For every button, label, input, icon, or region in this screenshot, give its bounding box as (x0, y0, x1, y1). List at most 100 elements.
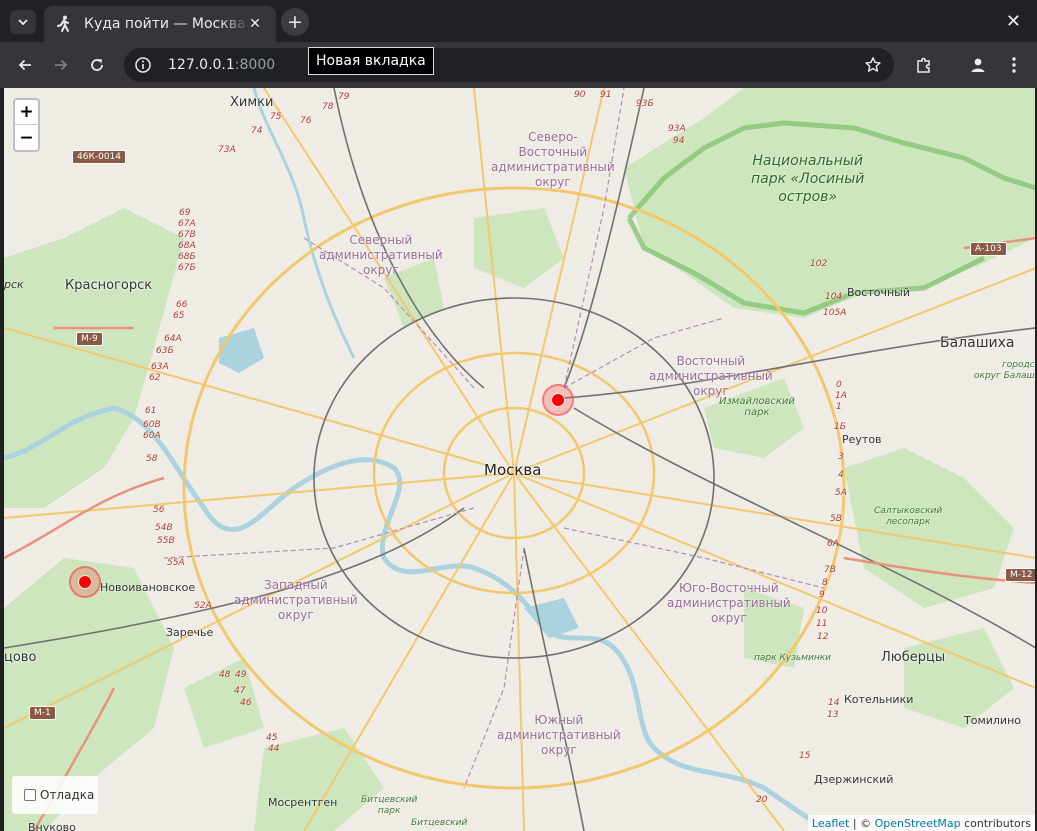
reload-icon (91, 59, 103, 71)
tab-close-icon[interactable]: ✕ (246, 15, 264, 33)
debug-checkbox[interactable] (24, 789, 36, 801)
label-balashikha: Балашиха (940, 335, 1015, 351)
km-mark: 11 (816, 619, 828, 629)
attribution-tail: contributors (960, 816, 1031, 830)
label-svao: Северо- Восточный административный округ (491, 130, 615, 189)
road-shield-46k: 46К-0014 (72, 150, 126, 164)
map-container[interactable]: Химки Красногорск Москва Балашиха Восточ… (3, 88, 1035, 831)
tab-search-button[interactable] (10, 10, 36, 34)
map-marker[interactable] (69, 566, 101, 598)
puzzle-icon (917, 57, 930, 73)
km-mark: 49 (235, 670, 247, 680)
road-shield-m1: М-1 (29, 706, 56, 720)
extensions-button[interactable] (911, 52, 937, 78)
km-mark: 75 (270, 112, 282, 122)
new-tab-button[interactable]: + (281, 8, 309, 36)
browser-tab[interactable]: Куда пойти — Москва глазами Артёма ✕ (44, 6, 276, 42)
km-mark: 66 (176, 300, 188, 310)
label-vostochny: Восточный (847, 286, 910, 299)
label-yuao: Южный административный округ (497, 713, 621, 757)
km-mark: 64А (164, 334, 182, 344)
km-mark: 61 (145, 406, 157, 416)
label-yuvao: Юго-Восточный административный округ (667, 581, 791, 625)
kebab-menu-icon (1012, 57, 1016, 73)
km-mark: 5В (830, 514, 842, 524)
label-balashikha-okrug: городской округ Балашиха (974, 360, 1035, 381)
debug-label: Отладка (40, 788, 95, 802)
km-mark: 5А (835, 488, 847, 498)
zoom-in-button[interactable]: + (15, 100, 38, 125)
km-mark: 94 (673, 136, 685, 146)
km-mark: 4 (838, 470, 844, 480)
label-vao: Восточный административный округ (649, 354, 773, 398)
km-mark: 93А (668, 124, 686, 134)
label-bitsevsky: Битцевский парк (361, 795, 418, 816)
plus-icon: + (287, 11, 303, 33)
km-mark: 60А (143, 431, 161, 441)
menu-button[interactable] (1001, 52, 1027, 78)
km-mark: 74 (251, 126, 263, 136)
osm-link[interactable]: OpenStreetMap (875, 817, 961, 830)
km-mark: 47 (234, 686, 246, 696)
profile-button[interactable] (965, 52, 991, 78)
km-mark: 62 (149, 373, 161, 383)
km-mark: 76 (300, 116, 312, 126)
km-mark: 1А (835, 391, 847, 401)
km-mark: 56 (153, 505, 165, 515)
label-krasnogorsk: Красногорск (65, 278, 153, 293)
label-izmailovsky: Измайловский парк (719, 396, 795, 418)
label-dzerzhinsky: Дзержинский (814, 773, 894, 786)
km-mark: 1Б (834, 422, 846, 432)
zoom-control: + − (13, 98, 40, 152)
km-mark: 20 (756, 795, 768, 805)
km-mark: 93Б (636, 99, 654, 109)
window-close-icon[interactable]: ✕ (1006, 11, 1021, 32)
person-icon (971, 58, 985, 72)
km-mark: 10 (816, 606, 828, 616)
km-mark: 67Б (178, 263, 196, 273)
km-mark: 78 (322, 102, 334, 112)
km-mark: 68А (178, 241, 196, 251)
km-mark: 54В (155, 523, 173, 533)
zoom-out-button[interactable]: − (15, 125, 38, 150)
km-mark: 8 (822, 578, 828, 588)
map-marker[interactable] (542, 384, 574, 416)
km-mark: 12 (817, 632, 829, 642)
label-khimki: Химки (230, 95, 274, 110)
tab-title: Куда пойти — Москва глазами Артёма (84, 16, 250, 32)
km-mark: 1 (836, 402, 842, 412)
km-mark: 58 (146, 454, 158, 464)
label-mosrentgen: Мосрентген (268, 796, 338, 809)
km-mark: 9 (819, 590, 825, 600)
road-shield-m9: М-9 (76, 332, 103, 346)
road-shield-a103: А-103 (970, 242, 1007, 256)
label-losiny-ostrov: Национальный парк «Лосиный остров» (751, 153, 865, 205)
site-info-icon[interactable] (134, 56, 152, 74)
new-tab-tooltip: Новая вкладка (308, 47, 434, 75)
label-novoivanovskoe: Новоивановское (100, 581, 196, 594)
back-button[interactable] (12, 52, 38, 78)
leaflet-link[interactable]: Leaflet (812, 817, 849, 830)
bookmark-star-icon[interactable] (864, 56, 882, 74)
label-sao: Северный административный округ (319, 233, 443, 277)
attribution-separator: | © (849, 816, 875, 830)
km-mark: 14 (828, 698, 840, 708)
walking-person-icon (54, 14, 74, 34)
km-mark: 63А (151, 362, 169, 372)
km-mark: 15 (799, 751, 811, 761)
forward-button[interactable] (48, 52, 74, 78)
km-mark: 52А (194, 601, 212, 611)
debug-control: Отладка (12, 776, 98, 814)
road-shield-m12: М-12 (1005, 568, 1035, 582)
address-bar[interactable]: 127.0.0.1:8000 (124, 48, 894, 82)
km-mark: 68Б (178, 252, 196, 262)
label-reutov: Реутов (842, 433, 882, 446)
km-mark: 55А (167, 558, 185, 568)
chevron-down-icon (18, 19, 28, 26)
km-mark: 55В (157, 536, 175, 546)
reload-button[interactable] (84, 52, 110, 78)
km-mark: 90 (574, 90, 586, 100)
km-mark: 104 (825, 292, 843, 302)
label-vnukovo: Внуково (28, 821, 76, 831)
km-mark: 69 (179, 208, 191, 218)
